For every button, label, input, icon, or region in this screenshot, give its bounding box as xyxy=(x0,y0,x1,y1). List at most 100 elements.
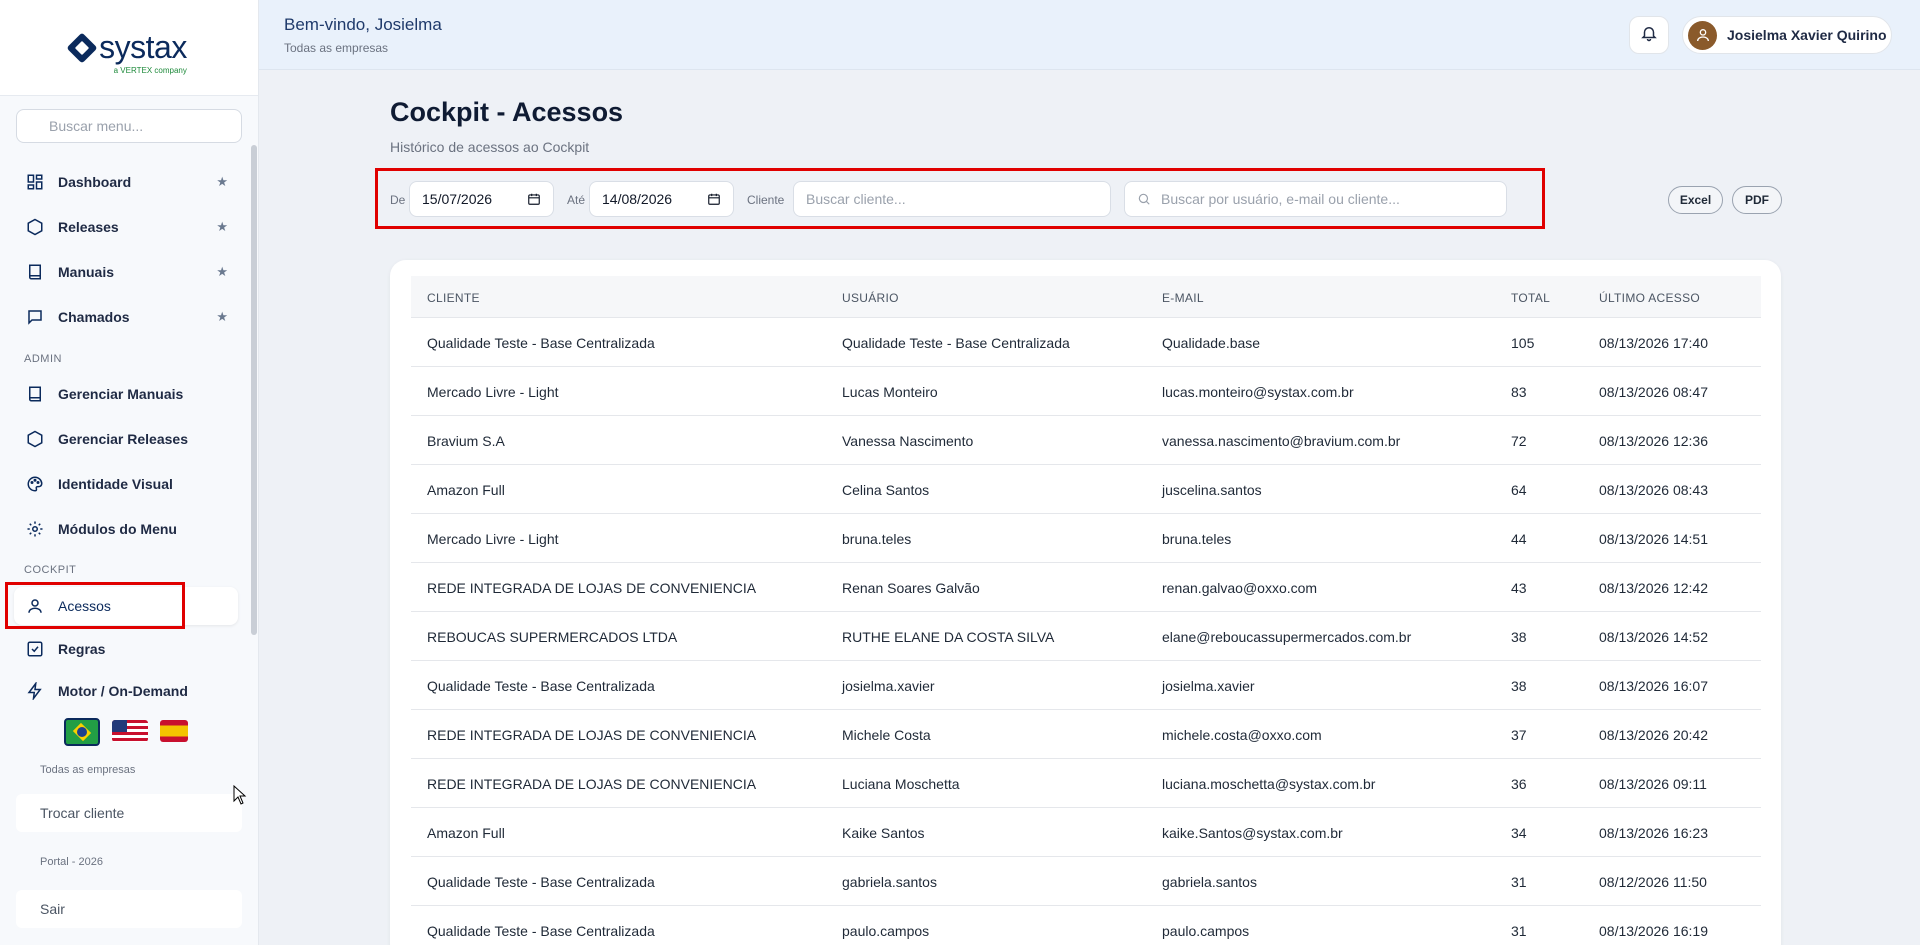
logo-text: systax xyxy=(99,29,187,65)
hexagon-icon xyxy=(26,430,44,448)
user-menu-button[interactable]: Josielma Xavier Quirino xyxy=(1682,16,1892,54)
page-title: Cockpit - Acessos xyxy=(390,97,624,127)
cell-cliente: REBOUCAS SUPERMERCADOS LTDA xyxy=(427,629,678,645)
cell-cliente: Bravium S.A xyxy=(427,433,505,449)
cell-ultimo-acesso: 08/13/2026 20:42 xyxy=(1599,727,1708,743)
cell-email: bruna.teles xyxy=(1162,531,1232,547)
section-title-cockpit: COCKPIT xyxy=(24,564,77,576)
logout-button[interactable]: Sair xyxy=(16,890,242,928)
sidebar-item-dashboard[interactable]: Dashboard ★ xyxy=(14,163,238,201)
cell-email: josielma.xavier xyxy=(1162,678,1255,694)
table-row[interactable]: Qualidade Teste - Base Centralizada paul… xyxy=(411,906,1761,945)
sidebar-item-gerenciar-releases[interactable]: Gerenciar Releases xyxy=(14,420,238,458)
table-row[interactable]: Mercado Livre - Light Lucas Monteiro luc… xyxy=(411,367,1761,416)
client-search-input[interactable] xyxy=(793,181,1111,217)
notifications-button[interactable] xyxy=(1629,16,1669,54)
favorite-star-icon[interactable]: ★ xyxy=(216,219,228,235)
checkbox-icon xyxy=(26,640,44,658)
cell-cliente: Qualidade Teste - Base Centralizada xyxy=(427,335,655,351)
cell-usuario: Celina Santos xyxy=(842,482,930,498)
favorite-star-icon[interactable]: ★ xyxy=(216,264,228,280)
table-row[interactable]: REDE INTEGRADA DE LOJAS DE CONVENIENCIA … xyxy=(411,563,1761,612)
cell-usuario: Vanessa Nascimento xyxy=(842,433,974,449)
sidebar-item-regras[interactable]: Regras xyxy=(14,630,238,668)
table-row[interactable]: Qualidade Teste - Base Centralizada Qual… xyxy=(411,318,1761,367)
menu-search-input[interactable] xyxy=(16,109,242,143)
cell-total: 38 xyxy=(1511,678,1527,694)
cell-total: 83 xyxy=(1511,384,1527,400)
to-date-value: 14/08/2026 xyxy=(602,191,673,207)
table-row[interactable]: REBOUCAS SUPERMERCADOS LTDA RUTHE ELANE … xyxy=(411,612,1761,661)
column-header-email[interactable]: E-MAIL xyxy=(1162,291,1204,305)
cell-email: renan.galvao@oxxo.com xyxy=(1162,580,1318,596)
sidebar-item-label: Motor / On-Demand xyxy=(58,683,188,699)
user-icon xyxy=(26,597,44,615)
cell-ultimo-acesso: 08/13/2026 16:19 xyxy=(1599,923,1708,939)
column-header-cliente[interactable]: CLIENTE xyxy=(427,291,480,305)
search-icon xyxy=(1137,192,1151,211)
sidebar-item-acessos[interactable]: Acessos xyxy=(14,587,238,625)
column-header-total[interactable]: TOTAL xyxy=(1511,291,1550,305)
cell-cliente: REDE INTEGRADA DE LOJAS DE CONVENIENCIA xyxy=(427,580,757,596)
sidebar-item-label: Identidade Visual xyxy=(58,476,173,492)
cell-usuario: Renan Soares Galvão xyxy=(842,580,980,596)
table-row[interactable]: Amazon Full Kaike Santos kaike.Santos@sy… xyxy=(411,808,1761,857)
table-row[interactable]: Qualidade Teste - Base Centralizada gabr… xyxy=(411,857,1761,906)
sidebar-item-label: Regras xyxy=(58,641,106,657)
logo[interactable]: systax a VERTEX company xyxy=(0,0,258,96)
cell-ultimo-acesso: 08/13/2026 08:47 xyxy=(1599,384,1708,400)
cell-email: gabriela.santos xyxy=(1162,874,1257,890)
favorite-star-icon[interactable]: ★ xyxy=(216,174,228,190)
sidebar-item-chamados[interactable]: Chamados ★ xyxy=(14,298,238,336)
page-subtitle: Histórico de acessos ao Cockpit xyxy=(390,139,590,155)
cell-email: Qualidade.base xyxy=(1162,335,1261,351)
us-flag-icon[interactable] xyxy=(112,720,148,742)
sidebar-item-label: Módulos do Menu xyxy=(58,521,177,537)
sidebar-item-manuais[interactable]: Manuais ★ xyxy=(14,253,238,291)
global-search-input[interactable] xyxy=(1124,181,1507,217)
cell-usuario: josielma.xavier xyxy=(842,678,935,694)
brazil-flag-icon[interactable] xyxy=(64,718,100,746)
cell-email: michele.costa@oxxo.com xyxy=(1162,727,1322,743)
table-row[interactable]: Amazon Full Celina Santos juscelina.sant… xyxy=(411,465,1761,514)
cell-email: lucas.monteiro@systax.com.br xyxy=(1162,384,1354,400)
welcome-message: Bem-vindo, Josielma xyxy=(284,15,442,34)
calendar-icon[interactable] xyxy=(707,192,721,209)
to-date-input[interactable]: 14/08/2026 xyxy=(589,181,734,217)
column-header-ultimo-acesso[interactable]: ÚLTIMO ACESSO xyxy=(1599,291,1700,305)
table-row[interactable]: Mercado Livre - Light bruna.teles bruna.… xyxy=(411,514,1761,563)
favorite-star-icon[interactable]: ★ xyxy=(216,309,228,325)
sidebar-item-identidade-visual[interactable]: Identidade Visual xyxy=(14,465,238,503)
export-pdf-button[interactable]: PDF xyxy=(1732,186,1782,214)
switch-client-button[interactable]: Trocar cliente xyxy=(16,794,242,832)
from-date-input[interactable]: 15/07/2026 xyxy=(409,181,554,217)
table-row[interactable]: REDE INTEGRADA DE LOJAS DE CONVENIENCIA … xyxy=(411,710,1761,759)
cell-email: paulo.campos xyxy=(1162,923,1250,939)
table-row[interactable]: REDE INTEGRADA DE LOJAS DE CONVENIENCIA … xyxy=(411,759,1761,808)
gear-icon xyxy=(26,520,44,538)
calendar-icon[interactable] xyxy=(527,192,541,209)
spain-flag-icon[interactable] xyxy=(160,720,188,742)
to-date-label: Até xyxy=(567,193,586,207)
sidebar-item-modulos-do-menu[interactable]: Módulos do Menu xyxy=(14,510,238,548)
cell-total: 36 xyxy=(1511,776,1527,792)
sidebar-item-releases[interactable]: Releases ★ xyxy=(14,208,238,246)
cell-email: juscelina.santos xyxy=(1162,482,1262,498)
cell-ultimo-acesso: 08/13/2026 17:40 xyxy=(1599,335,1708,351)
export-excel-button[interactable]: Excel xyxy=(1668,186,1723,214)
table-row[interactable]: Bravium S.A Vanessa Nascimento vanessa.n… xyxy=(411,416,1761,465)
section-title-admin: ADMIN xyxy=(24,353,62,365)
column-header-usuario[interactable]: USUÁRIO xyxy=(842,291,899,305)
sidebar-item-motor-on-demand[interactable]: Motor / On-Demand xyxy=(14,672,238,710)
table-row[interactable]: Qualidade Teste - Base Centralizada josi… xyxy=(411,661,1761,710)
cell-email: vanessa.nascimento@bravium.com.br xyxy=(1162,433,1401,449)
cell-ultimo-acesso: 08/13/2026 08:43 xyxy=(1599,482,1708,498)
current-company-label: Todas as empresas xyxy=(40,764,136,776)
cell-ultimo-acesso: 08/13/2026 12:36 xyxy=(1599,433,1708,449)
sidebar-item-gerenciar-manuais[interactable]: Gerenciar Manuais xyxy=(14,375,238,413)
sidebar-scrollbar[interactable] xyxy=(251,145,257,635)
hexagon-icon xyxy=(26,218,44,236)
lightning-icon xyxy=(26,682,44,700)
cell-ultimo-acesso: 08/12/2026 11:50 xyxy=(1599,874,1707,890)
from-date-value: 15/07/2026 xyxy=(422,191,493,207)
